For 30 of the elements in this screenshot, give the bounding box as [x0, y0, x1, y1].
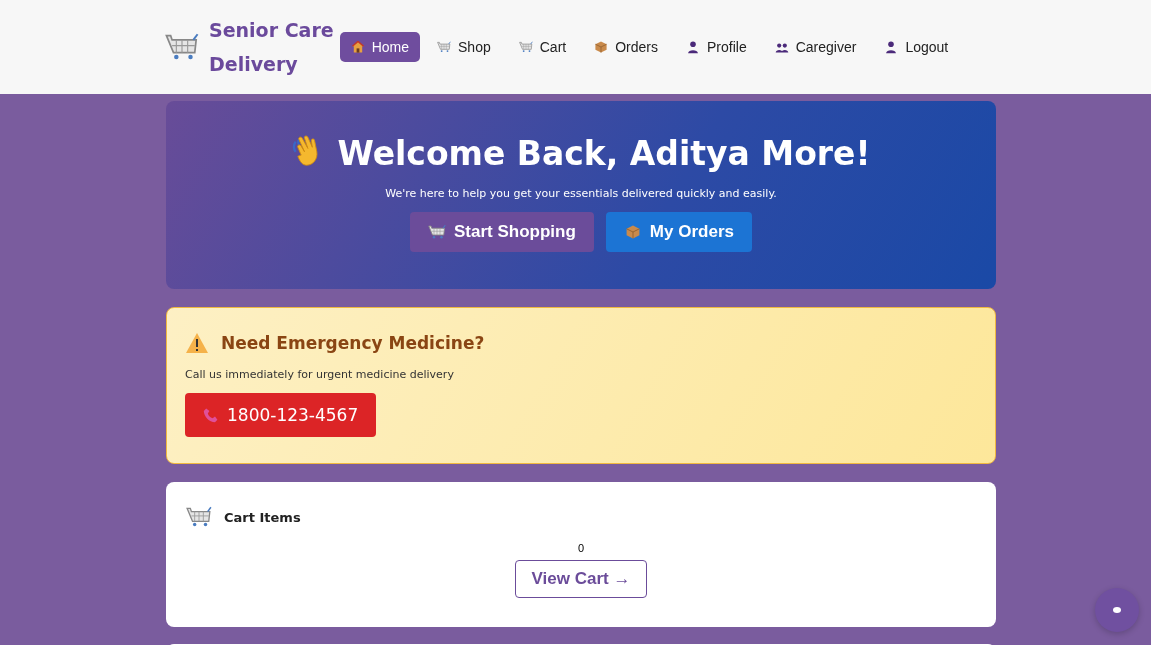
nav-link[interactable]: Profile [675, 32, 758, 62]
start-shopping-button[interactable]: Start Shopping [410, 212, 594, 252]
welcome-heading: Welcome Back, Aditya More! [337, 134, 871, 173]
call-button[interactable]: 1800-123-4567 [185, 393, 377, 437]
warning-icon [185, 332, 209, 354]
nav-link[interactable]: Caregiver [763, 32, 868, 62]
person-icon [884, 40, 899, 54]
chat-button[interactable] [1095, 588, 1139, 632]
phone-icon [203, 407, 219, 423]
cart-count: 0 [577, 542, 585, 554]
nav-link[interactable]: Cart [507, 32, 578, 62]
emergency-heading: Need Emergency Medicine? [221, 333, 485, 353]
nav-link[interactable]: Orders [583, 32, 669, 62]
cart-icon [437, 40, 452, 54]
welcome-subtitle: We're here to help you get your essentials delivered quickly and easily. [385, 187, 777, 200]
box-icon [594, 40, 609, 54]
nav-link[interactable]: Shop [426, 32, 502, 62]
cart-icon [428, 224, 447, 240]
house-icon [350, 40, 365, 54]
brand-name[interactable]: Senior Care Delivery [209, 13, 334, 81]
emergency-text: Call us immediately for urgent medicine delivery [185, 368, 455, 381]
view-cart-button[interactable]: View Cart → [514, 560, 648, 598]
nav-link[interactable]: Logout [873, 32, 960, 62]
my-orders-button[interactable]: My Orders [605, 212, 752, 252]
nav-link[interactable]: Home [339, 32, 421, 62]
cart-icon [518, 40, 533, 54]
person-icon [686, 40, 700, 54]
cart-icon [165, 32, 199, 62]
card-heading: Cart Items [224, 509, 301, 525]
cart-icon [186, 506, 212, 528]
